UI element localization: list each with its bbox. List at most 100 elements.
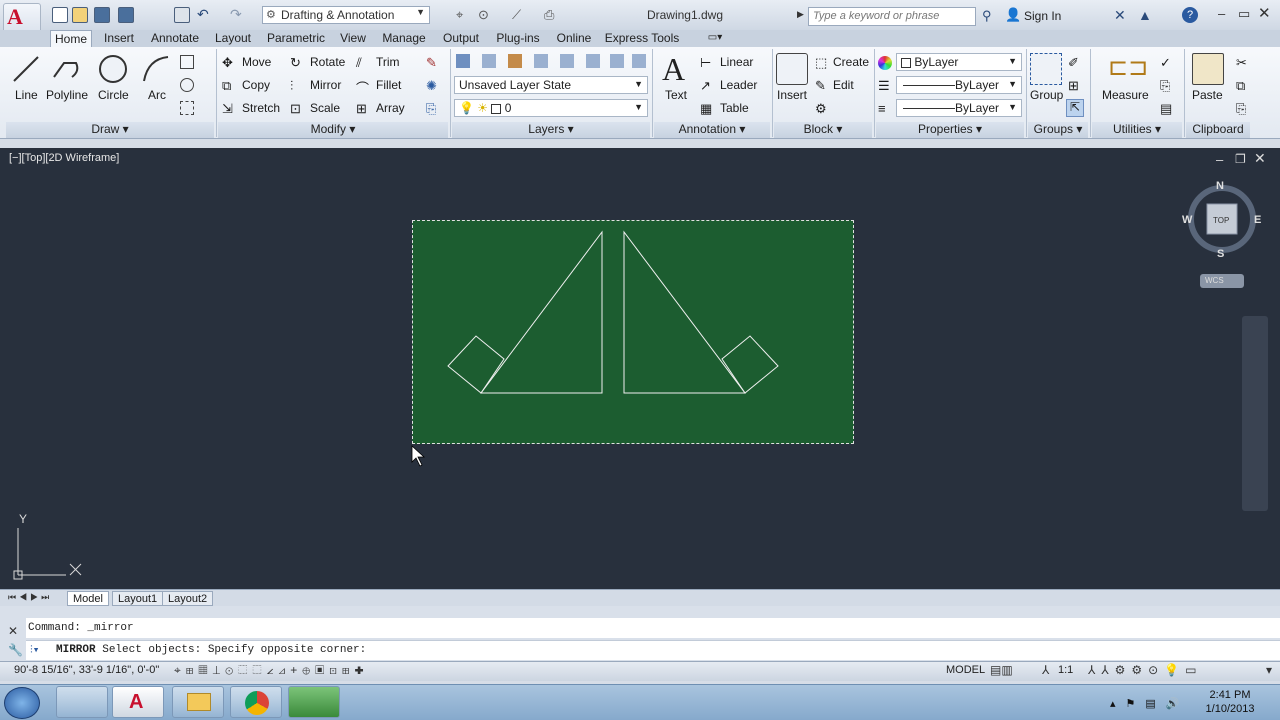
start-button[interactable] [4,687,40,719]
annotation-panel-title[interactable]: Annotation ▾ [654,122,770,138]
linear-button[interactable]: Linear [720,55,753,69]
arc-button[interactable]: Arc [148,88,166,102]
group-button[interactable]: Group [1030,88,1063,102]
exchange-icon[interactable]: ✕ [1114,7,1126,24]
offset-icon[interactable]: ⎘ [426,101,440,116]
help-community-icon[interactable]: ▲ [1138,7,1152,23]
layer-icon[interactable]: ⊙ [478,7,489,23]
workspace-dropdown[interactable]: Drafting & Annotation ▼ [262,6,430,24]
search-arrow-icon[interactable]: ▶ [797,9,804,20]
tab-manage[interactable]: Manage [378,30,430,47]
tab-layout2[interactable]: Layout2 [162,591,214,606]
measure-button[interactable]: Measure [1102,88,1149,102]
trim-button[interactable]: Trim [376,55,400,69]
taskbar-chrome[interactable] [230,686,282,718]
taskbar-autocad[interactable]: A [112,686,164,718]
close-icon[interactable]: ✕ [1258,4,1271,22]
ungroup-icon[interactable]: ✐ [1068,55,1082,70]
layer-match-icon[interactable] [610,54,624,68]
groups-panel-title[interactable]: Groups ▾ [1028,122,1088,138]
model-space-button[interactable]: MODEL [946,664,985,676]
tab-parametric[interactable]: Parametric [263,30,329,47]
sign-in-link[interactable]: Sign In [1024,9,1061,23]
properties-panel-title[interactable]: Properties ▾ [876,122,1024,138]
layer-state-dropdown[interactable]: Unsaved Layer State ▼ [454,76,648,94]
tab-navigation-icon[interactable]: ⏮◀▶⏭ [8,592,52,603]
command-input[interactable]: ⫶▾ MIRROR Select objects: Specify opposit… [26,640,1280,660]
color-dropdown[interactable]: ByLayer ▼ [896,53,1022,71]
print-icon[interactable] [174,7,190,23]
layer-icon[interactable] [482,54,496,68]
tab-annotate[interactable]: Annotate [146,30,204,47]
layer-lock-icon[interactable] [586,54,600,68]
copy-clip-icon[interactable]: ⧉ [1236,78,1250,93]
paste-button[interactable]: Paste [1192,88,1223,102]
taskbar-clock[interactable]: 2:41 PM 1/10/2013 [1196,688,1264,716]
coordinates-readout[interactable]: 90'-8 15/16", 33'-9 1/16", 0'-0" [14,664,159,676]
workspace-switch-icon[interactable]: ⟋ [512,7,521,23]
group-selection-icon[interactable]: ⇱ [1066,99,1084,117]
tab-express-tools[interactable]: Express Tools [604,30,680,47]
polyline-button[interactable]: Polyline [46,88,88,102]
tab-view[interactable]: View [336,30,370,47]
ribbon-toggle-icon[interactable]: ▭▾ [700,30,730,47]
array-button[interactable]: Array [376,101,405,115]
calculator-icon[interactable]: ▤ [1160,101,1174,116]
save-icon[interactable] [94,7,110,23]
plot-icon[interactable]: ⎙ [544,7,554,23]
layer-freeze-icon[interactable] [560,54,574,68]
layout-view-icon[interactable]: ▤▥ [990,663,1013,677]
current-layer-dropdown[interactable]: 💡 ☀ 0 ▼ [454,99,648,117]
open-icon[interactable] [72,7,88,23]
cut-icon[interactable]: ✂ [1236,55,1250,70]
taskbar-app[interactable] [288,686,340,718]
taskbar-app-shortcut[interactable] [56,686,108,718]
tab-layout1[interactable]: Layout1 [112,591,164,606]
copy-with-base-icon[interactable]: ⎘ [1236,101,1250,116]
save-as-icon[interactable] [118,7,134,23]
clipboard-panel-title[interactable]: Clipboard [1186,122,1250,138]
search-input[interactable]: Type a keyword or phrase [808,7,976,26]
binoculars-icon[interactable]: ⚲ [982,8,992,24]
tab-layout[interactable]: Layout [211,30,255,47]
move-button[interactable]: Move [242,55,271,69]
table-button[interactable]: Table [720,101,749,115]
tab-model[interactable]: Model [67,591,109,606]
fillet-button[interactable]: Fillet [376,78,401,92]
taskbar-explorer[interactable] [172,686,224,718]
block-panel-title[interactable]: Block ▾ [774,122,872,138]
status-tray-icons[interactable]: ⅄⅄⚙⚙⊙💡▭ [1088,663,1203,677]
hatch-icon[interactable] [180,101,194,115]
tab-home[interactable]: Home [50,30,92,47]
status-menu-icon[interactable]: ▾ [1266,663,1272,677]
system-tray-icons[interactable]: ▴⚑▤🔊 [1110,697,1189,710]
layers-panel-title[interactable]: Layers ▾ [452,122,650,138]
lineweight-dropdown[interactable]: ByLayer ▼ [896,99,1022,117]
rotate-button[interactable]: Rotate [310,55,345,69]
command-customize-icon[interactable]: 🔧 [8,643,23,657]
modify-panel-title[interactable]: Modify ▾ [218,122,448,138]
select-similar-icon[interactable]: ⎘ [1160,78,1174,93]
utilities-panel-title[interactable]: Utilities ▾ [1092,122,1182,138]
edit-button[interactable]: Edit [833,78,854,92]
mirror-button[interactable]: Mirror [310,78,341,92]
copy-button[interactable]: Copy [242,78,270,92]
tab-online[interactable]: Online [552,30,596,47]
undo-icon[interactable]: ↶ [197,6,209,23]
tab-plug-ins[interactable]: Plug-ins [492,30,544,47]
layer-walk-icon[interactable] [632,54,646,68]
erase-icon[interactable]: ✎ [426,55,440,70]
attribute-icon[interactable]: ⚙ [815,101,829,116]
layer-off-icon[interactable] [508,54,522,68]
linetype-dropdown[interactable]: ByLayer ▼ [896,76,1022,94]
insert-button[interactable]: Insert [777,88,807,102]
layer-isolate-icon[interactable] [534,54,548,68]
explode-icon[interactable]: ✺ [426,78,440,93]
layer-properties-icon[interactable] [456,54,470,68]
quick-select-icon[interactable]: ✓ [1160,55,1174,70]
navigation-bar[interactable] [1242,316,1268,511]
tab-output[interactable]: Output [438,30,484,47]
match-properties-icon[interactable]: ⌖ [456,7,463,23]
redo-icon[interactable]: ↷ [230,6,242,23]
annotation-scale[interactable]: 1:1 [1058,664,1073,676]
